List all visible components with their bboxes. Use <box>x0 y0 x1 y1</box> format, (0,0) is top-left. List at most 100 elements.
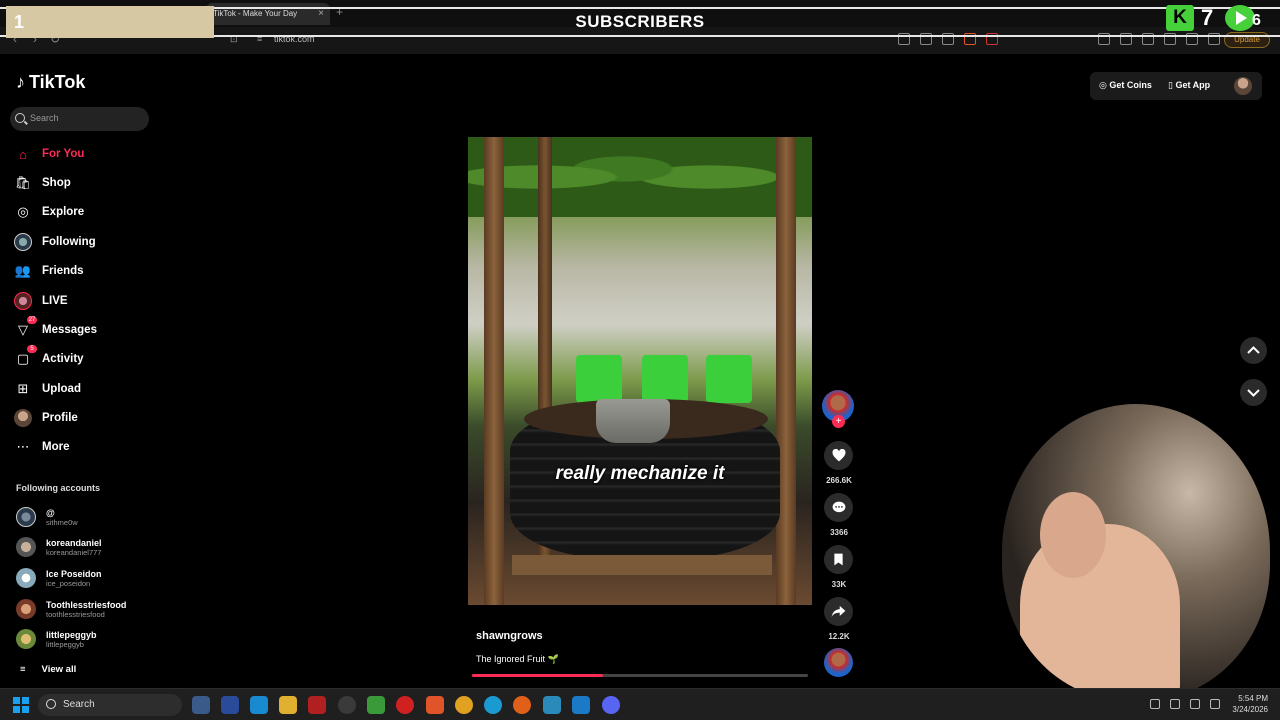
following-account[interactable]: littlepeggyb littlepeggyb <box>16 627 97 651</box>
comment-button[interactable] <box>824 493 853 522</box>
account-avatar <box>16 537 36 557</box>
clock[interactable]: 5:54 PM 3/24/2026 <box>1232 693 1268 715</box>
chevron-up-icon <box>1247 346 1260 354</box>
save-button[interactable] <box>824 545 853 574</box>
account-name: koreandaniel <box>46 537 102 548</box>
windows-start-icon[interactable] <box>13 697 29 713</box>
nav-friends[interactable]: 👥 Friends <box>14 260 84 282</box>
comment-count: 3366 <box>830 528 848 537</box>
following-account[interactable]: koreandaniel koreandaniel777 <box>16 535 102 559</box>
following-account[interactable]: Toothlesstriesfood toothlesstriesfood <box>16 597 126 621</box>
video-description: The Ignored Fruit 🌱 <box>476 654 559 664</box>
account-handle: toothlesstriesfood <box>46 609 105 619</box>
messages-badge: 27 <box>27 316 37 324</box>
share-button[interactable] <box>824 597 853 626</box>
vscode-icon[interactable] <box>572 696 590 714</box>
music-disc-icon[interactable] <box>824 648 853 677</box>
video-progress[interactable] <box>472 674 808 677</box>
video-author[interactable]: shawngrows <box>476 630 543 642</box>
nav-following[interactable]: Following <box>14 231 96 253</box>
account-avatar <box>16 599 36 619</box>
kick-count: 7 <box>1201 5 1214 30</box>
edge-icon[interactable] <box>484 696 502 714</box>
search-input[interactable]: Search <box>10 107 149 131</box>
taskbar-search[interactable]: Search <box>38 694 182 716</box>
following-accounts-title: Following accounts <box>16 483 101 493</box>
account-avatar[interactable] <box>1234 77 1252 95</box>
live-avatar <box>14 292 32 310</box>
clock-date: 3/24/2026 <box>1232 705 1268 714</box>
nav-label: Profile <box>42 412 78 424</box>
firefox-icon[interactable] <box>513 696 531 714</box>
microphone-icon[interactable] <box>1170 699 1180 709</box>
app-icon[interactable] <box>543 696 561 714</box>
video-progress-fill <box>472 674 604 677</box>
chrome-icon[interactable] <box>455 696 473 714</box>
activity-icon: ▢ 5 <box>14 345 37 368</box>
tiktok-logo[interactable]: ♪ TikTok <box>16 72 85 93</box>
task-view-icon[interactable] <box>192 696 210 714</box>
following-account[interactable]: @ sithme0w <box>16 505 78 529</box>
nav-upload[interactable]: ⊞ Upload <box>14 378 81 400</box>
app-icon[interactable] <box>338 696 356 714</box>
video-canopy <box>468 137 812 217</box>
tiktok-note-icon: ♪ <box>16 72 25 92</box>
nav-shop[interactable]: 🛍 Shop <box>14 172 71 194</box>
file-explorer-icon[interactable] <box>279 696 297 714</box>
following-account[interactable]: Ice Poseidon ice_poseidon <box>16 566 102 590</box>
nav-label: For You <box>42 148 85 160</box>
get-app-button[interactable]: ▯ Get App <box>1168 80 1210 91</box>
nav-label: Explore <box>42 206 85 218</box>
discord-icon[interactable] <box>602 696 620 714</box>
nav-label: Upload <box>42 383 81 395</box>
share-count: 12.2K <box>828 632 850 641</box>
app-icon[interactable] <box>396 696 414 714</box>
app-icon[interactable] <box>250 696 268 714</box>
nav-activity[interactable]: ▢ 5 Activity <box>14 345 84 370</box>
nav-for-you[interactable]: ⌂ For You <box>14 143 84 165</box>
system-tray <box>1150 699 1220 709</box>
home-icon: ⌂ <box>19 146 27 162</box>
shop-icon: 🛍 <box>14 175 32 190</box>
account-avatar <box>16 568 36 588</box>
taskbar-search-label: Search <box>63 699 95 710</box>
list-icon: ≡ <box>20 664 26 675</box>
brave-icon[interactable] <box>426 696 444 714</box>
monitor-icon[interactable] <box>1190 699 1200 709</box>
video-caption: really mechanize it <box>555 463 725 484</box>
app-icon[interactable] <box>367 696 385 714</box>
chevron-down-icon <box>1247 389 1260 397</box>
nav-label: More <box>42 441 70 453</box>
next-video-button[interactable] <box>1240 379 1267 406</box>
search-icon <box>15 113 25 123</box>
previous-video-button[interactable] <box>1240 337 1267 364</box>
nav-label: Friends <box>42 265 84 277</box>
view-all-label: View all <box>41 664 77 675</box>
nav-messages[interactable]: ▽ 27 Messages <box>14 316 97 341</box>
app-icon[interactable] <box>221 696 239 714</box>
video-player[interactable]: really mechanize it <box>468 137 812 605</box>
nav-live[interactable]: LIVE <box>14 290 68 312</box>
volume-icon[interactable] <box>1210 699 1220 709</box>
nav-label: Messages <box>42 324 97 336</box>
kick-icon: K <box>1166 5 1194 31</box>
profile-avatar <box>14 409 32 427</box>
follow-plus-icon[interactable]: + <box>832 415 845 428</box>
nav-explore[interactable]: ◎ Explore <box>14 201 84 223</box>
like-button[interactable] <box>824 441 853 470</box>
nav-more[interactable]: ⋯ More <box>14 436 70 458</box>
account-name: Ice Poseidon <box>46 568 102 579</box>
webcam-overlay <box>1002 404 1270 700</box>
app-icon[interactable] <box>308 696 326 714</box>
compass-icon: ◎ <box>17 204 29 219</box>
search-placeholder: Search <box>30 113 59 123</box>
view-all-link[interactable]: ≡ View all <box>20 664 76 675</box>
chevron-up-icon[interactable] <box>1150 699 1160 709</box>
get-coins-button[interactable]: ◎ Get Coins <box>1099 80 1152 91</box>
nav-profile[interactable]: Profile <box>14 407 78 429</box>
video-bowl <box>596 399 670 443</box>
overlay-title: SUBSCRIBERS <box>575 12 705 31</box>
comment-icon <box>832 501 845 513</box>
account-name: littlepeggyb <box>46 629 97 640</box>
video-post <box>484 137 504 605</box>
